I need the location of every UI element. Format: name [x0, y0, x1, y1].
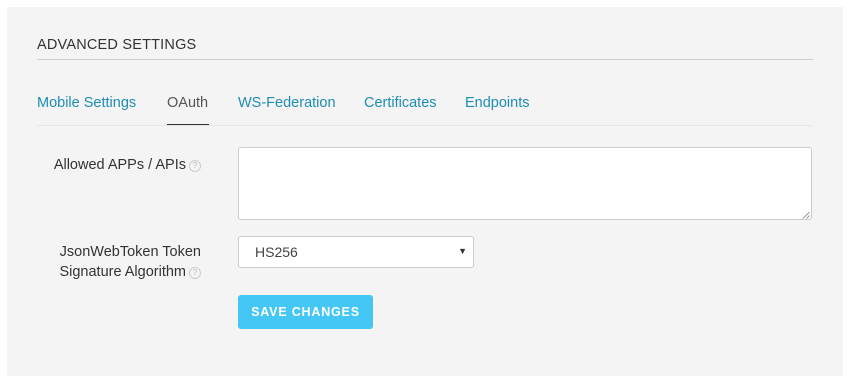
- section-title: ADVANCED SETTINGS: [37, 37, 197, 53]
- jwt-algorithm-label-line2: Signature Algorithm: [59, 264, 186, 280]
- advanced-settings-panel: ADVANCED SETTINGS Mobile Settings OAuth …: [7, 7, 843, 376]
- tabs-divider: [37, 125, 813, 126]
- jwt-algorithm-select[interactable]: HS256 ▼: [238, 236, 474, 268]
- settings-tabs: Mobile Settings OAuth WS-Federation Cert…: [37, 95, 813, 126]
- question-circle-icon[interactable]: ?: [189, 160, 201, 172]
- tab-certificates[interactable]: Certificates: [364, 95, 437, 111]
- chevron-down-icon: ▼: [458, 246, 467, 256]
- section-divider: [37, 59, 813, 60]
- allowed-apps-label-text: Allowed APPs / APIs: [53, 157, 186, 173]
- jwt-algorithm-label-line1: JsonWebToken Token: [59, 244, 201, 260]
- save-changes-button[interactable]: SAVE CHANGES: [238, 295, 373, 329]
- allowed-apps-textarea[interactable]: [238, 147, 812, 220]
- tab-endpoints[interactable]: Endpoints: [465, 95, 530, 111]
- tab-ws-federation[interactable]: WS-Federation: [238, 95, 336, 111]
- jwt-algorithm-label: JsonWebToken Token Signature Algorithm?: [59, 242, 201, 282]
- resize-grip-icon[interactable]: [802, 211, 810, 219]
- question-circle-icon[interactable]: ?: [189, 267, 201, 279]
- jwt-algorithm-label-line2-row: Signature Algorithm?: [59, 262, 201, 282]
- allowed-apps-label: Allowed APPs / APIs?: [54, 155, 201, 175]
- tab-oauth[interactable]: OAuth: [167, 95, 208, 111]
- tab-mobile-settings[interactable]: Mobile Settings: [37, 95, 136, 111]
- jwt-algorithm-selected-value: HS256: [255, 244, 298, 260]
